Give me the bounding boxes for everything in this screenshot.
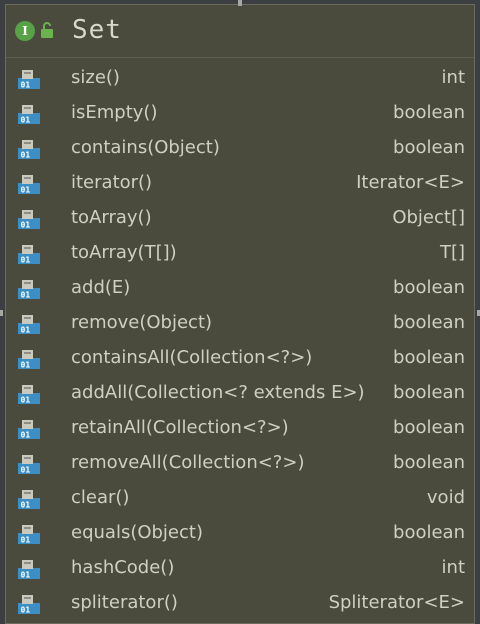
method-name: removeAll(Collection<?>) [71,452,305,473]
method-name: size() [71,67,120,88]
public-lock-icon [41,22,53,38]
method-name: isEmpty() [71,102,158,123]
svg-text:01: 01 [21,326,31,335]
method-return-type: int [441,67,465,88]
method-row[interactable]: 01 clear() void [6,481,474,516]
method-return-type: boolean [393,522,465,543]
method-return-type: T[] [439,242,465,263]
svg-text:01: 01 [21,431,31,440]
method-name: clear() [71,487,130,508]
method-row[interactable]: 01 retainAll(Collection<?>) boolean [6,411,474,446]
method-return-type: int [441,557,465,578]
method-row[interactable]: 01 contains(Object) boolean [6,131,474,166]
svg-text:01: 01 [21,81,31,90]
abstract-method-icon: 01 [18,490,40,510]
method-name: addAll(Collection<? extends E>) [71,382,365,403]
method-return-type: boolean [393,452,465,473]
abstract-method-icon: 01 [18,70,40,90]
svg-text:01: 01 [21,501,31,510]
interface-icon: I [15,21,35,41]
method-name: toArray(T[]) [71,242,177,263]
method-return-type: boolean [393,102,465,123]
method-row[interactable]: 01 equals(Object) boolean [6,516,474,551]
resize-handle-left[interactable] [0,310,3,316]
abstract-method-icon: 01 [18,280,40,300]
method-row[interactable]: 01 size() int [6,61,474,96]
abstract-method-icon: 01 [18,420,40,440]
structure-popup: I Set 01 size() int 01 isEmpty() boolean 01 con… [5,4,475,624]
method-name: retainAll(Collection<?>) [71,417,289,438]
abstract-method-icon: 01 [18,315,40,335]
svg-text:01: 01 [21,256,31,265]
method-row[interactable]: 01 removeAll(Collection<?>) boolean [6,446,474,481]
method-row[interactable]: 01 remove(Object) boolean [6,306,474,341]
svg-text:01: 01 [21,116,31,125]
svg-text:01: 01 [21,221,31,230]
svg-text:01: 01 [21,536,31,545]
method-name: remove(Object) [71,312,213,333]
method-return-type: Iterator<E> [356,172,465,193]
method-row[interactable]: 01 hashCode() int [6,551,474,586]
abstract-method-icon: 01 [18,140,40,160]
method-return-type: Spliterator<E> [328,592,465,613]
svg-text:01: 01 [21,571,31,580]
abstract-method-icon: 01 [18,595,40,615]
resize-handle-top[interactable] [238,0,242,6]
method-name: equals(Object) [71,522,203,543]
abstract-method-icon: 01 [18,245,40,265]
method-row[interactable]: 01 add(E) boolean [6,271,474,306]
method-return-type: void [426,487,465,508]
abstract-method-icon: 01 [18,105,40,125]
method-name: hashCode() [71,557,175,578]
svg-text:01: 01 [21,606,31,615]
abstract-method-icon: 01 [18,560,40,580]
svg-text:01: 01 [21,186,31,195]
method-row[interactable]: 01 containsAll(Collection<?>) boolean [6,341,474,376]
svg-text:01: 01 [21,361,31,370]
abstract-method-icon: 01 [18,210,40,230]
abstract-method-icon: 01 [18,175,40,195]
method-row[interactable]: 01 spliterator() Spliterator<E> [6,586,474,621]
method-name: spliterator() [71,592,178,613]
method-row[interactable]: 01 isEmpty() boolean [6,96,474,131]
svg-text:01: 01 [21,151,31,160]
method-row[interactable]: 01 addAll(Collection<? extends E>) boolean [6,376,474,411]
method-return-type: boolean [393,277,465,298]
method-return-type: boolean [393,137,465,158]
method-row[interactable]: 01 toArray() Object[] [6,201,474,236]
method-row[interactable]: 01 iterator() Iterator<E> [6,166,474,201]
svg-text:01: 01 [21,291,31,300]
method-name: contains(Object) [71,137,220,158]
method-return-type: boolean [393,347,465,368]
method-return-type: boolean [393,382,465,403]
abstract-method-icon: 01 [18,525,40,545]
method-name: containsAll(Collection<?>) [71,347,313,368]
method-row[interactable]: 01 toArray(T[]) T[] [6,236,474,271]
method-name: iterator() [71,172,153,193]
svg-text:01: 01 [21,466,31,475]
method-return-type: boolean [393,417,465,438]
interface-title: Set [72,15,122,45]
abstract-method-icon: 01 [18,350,40,370]
abstract-method-icon: 01 [18,385,40,405]
abstract-method-icon: 01 [18,455,40,475]
method-name: add(E) [71,277,131,298]
popup-header: I Set [6,5,474,58]
method-return-type: Object[] [392,207,465,228]
method-return-type: boolean [393,312,465,333]
method-list: 01 size() int 01 isEmpty() boolean 01 contains(… [6,61,474,621]
svg-text:01: 01 [21,396,31,405]
method-name: toArray() [71,207,152,228]
